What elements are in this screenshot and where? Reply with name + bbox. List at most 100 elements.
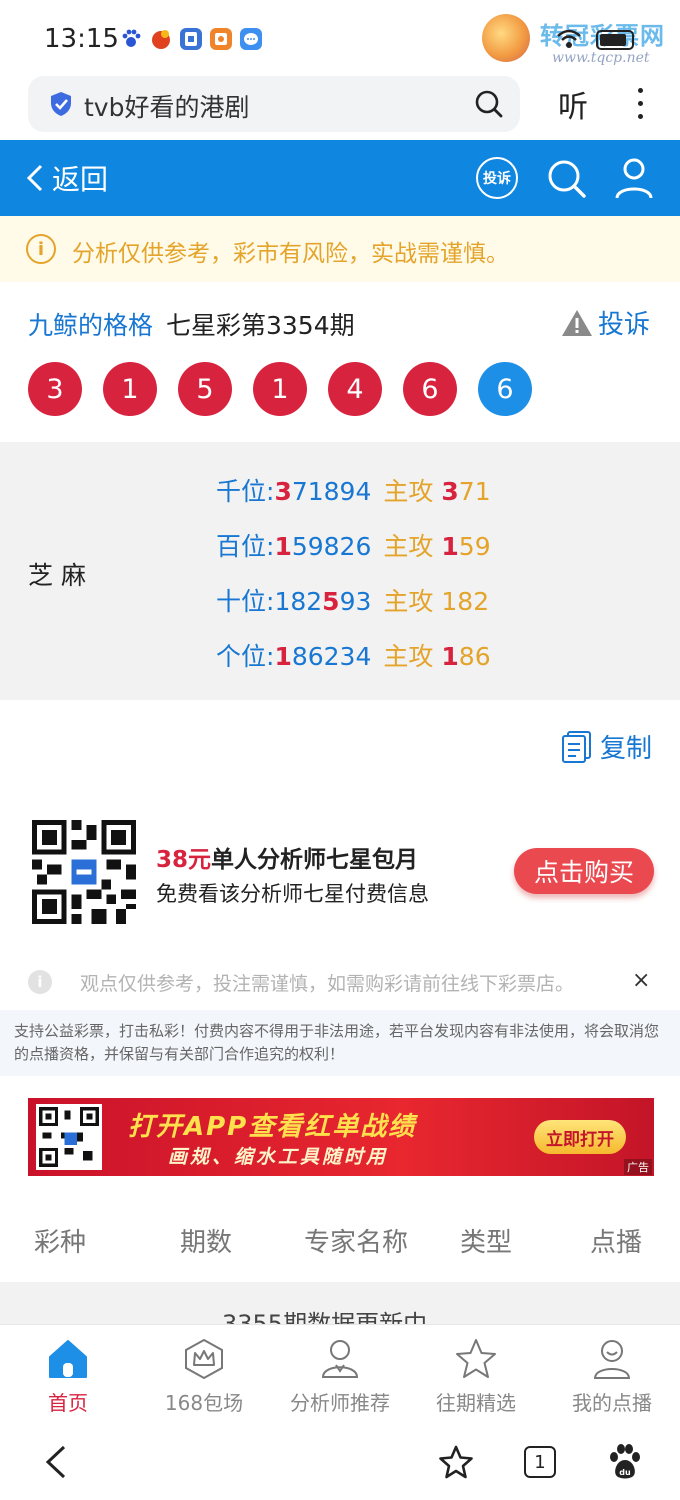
analysis-row-units: 个位:186234 主攻 186 [216, 637, 491, 671]
ad-qr-code-image [36, 1104, 102, 1170]
home-icon [49, 1340, 87, 1378]
card-notification-icon [180, 28, 202, 50]
tip-row: i 观点仅供参考，投注需谨慎，如需购彩请前往线下彩票店。 × [0, 960, 680, 1004]
digits-post: 86234 [291, 642, 372, 671]
browser-search-row: tvb好看的港剧 听 [0, 76, 680, 140]
loading-row: 3355期数据更新中 [0, 1282, 680, 1324]
analyst-icon [321, 1340, 359, 1378]
main-digit-hit: 1 [441, 532, 459, 561]
chat-notification-icon [240, 28, 262, 50]
post-title-row: 九鲸的格格 七星彩第3354期 投诉 [0, 282, 680, 362]
records-table-header: 彩种 期数 专家名称 类型 点播 [0, 1198, 680, 1282]
position-label: 十位: [216, 587, 275, 616]
close-icon[interactable]: × [632, 968, 650, 993]
document-copy-icon [562, 730, 591, 763]
search-query-text: tvb好看的港剧 [84, 93, 250, 122]
result-ball: 5 [178, 362, 232, 416]
digits-pre: 182 [274, 587, 323, 616]
bookmark-star-icon[interactable] [438, 1444, 474, 1480]
star-icon [456, 1339, 496, 1378]
app-notification-icon [150, 28, 172, 50]
complain-button[interactable]: 投诉 [560, 304, 650, 341]
complain-label: 投诉 [598, 310, 651, 340]
status-bar: 13:15 转冠彩票网 www.tqcp.net [0, 0, 680, 76]
tab-label: 分析师推荐 [290, 1391, 390, 1415]
ad-subtitle: 画规、缩水工具随时用 [168, 1146, 389, 1168]
report-button[interactable]: 投诉 [476, 157, 518, 199]
main-digit-hit: 3 [441, 477, 459, 506]
column-header-play: 点播 [590, 1228, 643, 1258]
tab-label: 首页 [48, 1391, 88, 1415]
result-ball: 1 [103, 362, 157, 416]
tab-label: 168包场 [164, 1391, 244, 1415]
digits-post: 59826 [291, 532, 372, 561]
tab-analyst-recommend[interactable]: 分析师推荐 [272, 1337, 408, 1416]
report-label: 投诉 [483, 171, 511, 187]
listen-button[interactable]: 听 [558, 82, 588, 126]
shield-icon [51, 92, 71, 116]
ad-open-button[interactable]: 立即打开 [534, 1120, 626, 1154]
main-attack-label: 主攻 [383, 587, 434, 616]
analysis-row-thousands: 千位:371894 主攻 371 [216, 472, 491, 506]
position-label: 千位: [216, 477, 275, 506]
analysis-row-hundreds: 百位:159826 主攻 159 [216, 527, 491, 561]
promo-price: 38元 [156, 847, 212, 873]
digits-post: 93 [339, 587, 372, 616]
ad-title: 打开APP查看红单战绩 [128, 1112, 417, 1142]
copy-label: 复制 [600, 734, 653, 764]
tab-my-plays[interactable]: 我的点播 [544, 1337, 680, 1416]
crown-icon [185, 1338, 223, 1380]
back-button[interactable]: 返回 [26, 158, 108, 198]
risk-warning-bar: i 分析仅供参考，彩市有风险，实战需谨慎。 [0, 216, 680, 282]
copy-button[interactable]: 复制 [560, 728, 652, 765]
warning-triangle-icon [562, 309, 592, 336]
column-header-type: 类型 [460, 1228, 513, 1258]
tab-label: 往期精选 [436, 1391, 516, 1415]
tab-past-picks[interactable]: 往期精选 [408, 1337, 544, 1416]
main-attack-label: 主攻 [383, 477, 434, 506]
search-input[interactable]: tvb好看的港剧 [28, 76, 520, 132]
tab-168[interactable]: 168包场 [136, 1337, 272, 1416]
analyst-name: 芝麻 [28, 561, 95, 590]
column-header-issue: 期数 [180, 1228, 233, 1258]
browser-back-icon[interactable] [42, 1444, 68, 1480]
wifi-icon [557, 29, 581, 48]
main-digits-post: 59 [458, 532, 491, 561]
column-header-lottery: 彩种 [34, 1228, 87, 1258]
back-label: 返回 [52, 163, 109, 196]
battery-icon [596, 30, 634, 50]
promo-title: 38元单人分析师七星包月 [156, 840, 418, 874]
watermark-url: www.tqcp.net [552, 50, 650, 66]
result-ball: 6 [403, 362, 457, 416]
tab-home[interactable]: 首页 [0, 1337, 136, 1416]
analysis-row-tens: 十位:182593 主攻 182 [216, 582, 489, 616]
main-attack-label: 主攻 [383, 532, 434, 561]
search-icon[interactable] [474, 89, 504, 119]
promo-subtitle: 免费看该分析师七星付费信息 [156, 882, 429, 906]
column-header-expert: 专家名称 [304, 1228, 409, 1258]
main-digits-post: 71 [458, 477, 491, 506]
result-ball: 3 [28, 362, 82, 416]
digit-hit: 1 [274, 532, 292, 561]
main-digits-post: 86 [458, 642, 491, 671]
analyst-link[interactable]: 九鲸的格格 [28, 306, 153, 342]
status-time: 13:15 [44, 24, 119, 54]
digits-post: 71894 [291, 477, 372, 506]
legal-notice: 支持公益彩票，打击私彩！付费内容不得用于非法用途，若平台发现内容有非法使用，将会… [0, 1010, 680, 1076]
digit-hit: 5 [322, 587, 340, 616]
buy-button[interactable]: 点击购买 [514, 848, 654, 894]
browser-tabs-button[interactable]: 1 [524, 1446, 556, 1478]
digit-hit: 3 [274, 477, 292, 506]
info-icon: i [28, 970, 52, 994]
header-search-icon[interactable] [546, 158, 588, 200]
watermark-logo [482, 14, 530, 62]
profile-icon [593, 1340, 631, 1379]
more-menu-icon[interactable] [628, 84, 652, 124]
info-icon: i [26, 234, 56, 264]
app-ad-banner[interactable]: 打开APP查看红单战绩 画规、缩水工具随时用 立即打开 广告 [28, 1098, 654, 1176]
baidu-paw-icon[interactable]: du [608, 1444, 642, 1480]
digit-hit: 1 [274, 642, 292, 671]
position-label: 个位: [216, 642, 275, 671]
loading-text: 3355期数据更新中 [222, 1310, 428, 1324]
user-icon[interactable] [614, 156, 654, 200]
